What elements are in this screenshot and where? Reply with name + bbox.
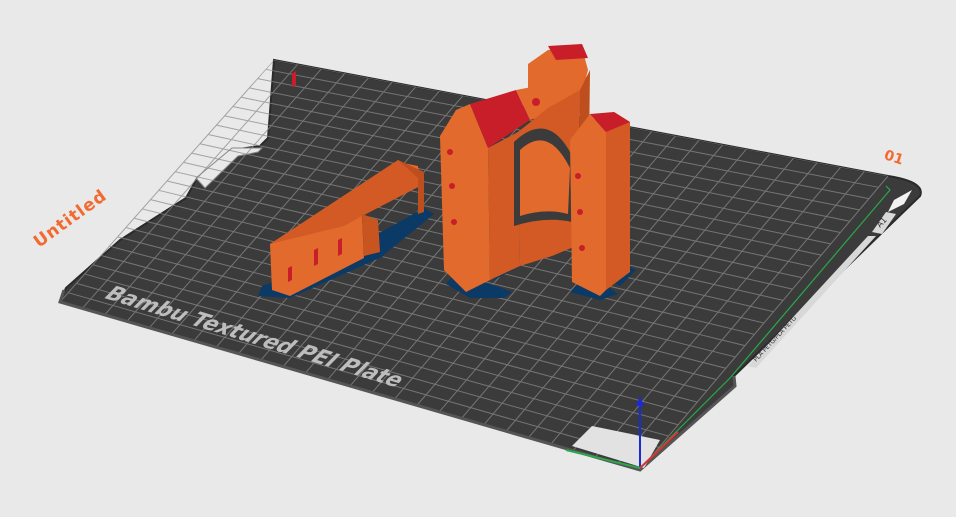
- build-plate-scene: Bambu Textured PEI Plate PLA PETG/PLA PE…: [58, 44, 922, 472]
- model-right-upright[interactable]: [570, 112, 630, 296]
- 3d-viewport[interactable]: Bambu Textured PEI Plate PLA PETG/PLA PE…: [0, 0, 956, 513]
